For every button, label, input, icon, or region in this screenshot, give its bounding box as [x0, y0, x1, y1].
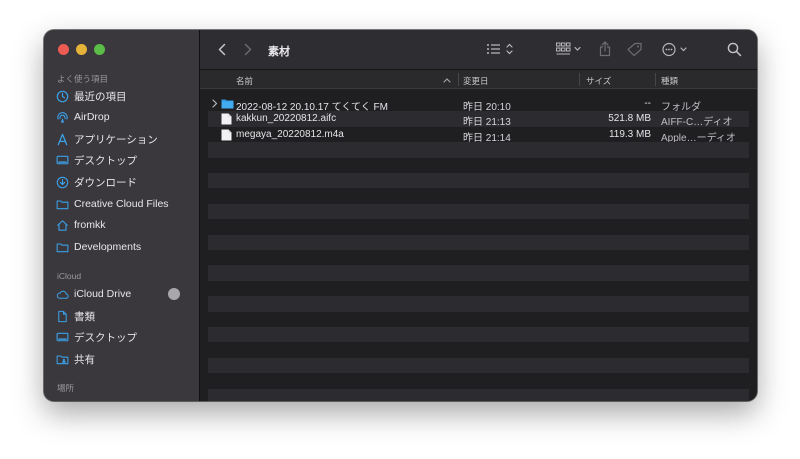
file-row-m4a[interactable]: megaya_20220812.m4a 昨日 21:14 119.3 MB Ap…: [208, 127, 749, 144]
sidebar-item-label: iCloud Drive: [74, 288, 132, 300]
locations-section-title: 場所: [57, 383, 75, 393]
sidebar-item-label: fromkk: [74, 219, 106, 231]
clock-icon: [56, 90, 69, 103]
empty-row: [208, 173, 749, 189]
download-icon: [56, 176, 69, 189]
sidebar-item-documents[interactable]: 書類: [56, 306, 194, 326]
file-row-folder[interactable]: 2022-08-12 20.10.17 てくてく FM 昨日 20:10 -- …: [208, 96, 749, 113]
column-header-name[interactable]: 名前: [236, 75, 253, 87]
action-menu-button[interactable]: [662, 42, 690, 57]
file-size: 119.3 MB: [608, 128, 651, 140]
sidebar: よく使う項目 最近の項目 AirDrop アプリケーション デスクトップ ダウン…: [44, 30, 200, 401]
zoom-window-button[interactable]: [94, 44, 105, 55]
group-by-button[interactable]: [556, 42, 584, 56]
forward-button[interactable]: [244, 43, 252, 56]
sidebar-item-home[interactable]: fromkk: [56, 215, 194, 235]
empty-row: [208, 296, 749, 312]
search-icon: [727, 42, 742, 57]
desktop-icon: [56, 154, 69, 167]
folder-icon: [56, 241, 69, 254]
close-window-button[interactable]: [58, 44, 69, 55]
disclosure-triangle-icon[interactable]: [212, 99, 218, 111]
share-icon: [599, 41, 611, 57]
empty-row: [208, 265, 749, 281]
column-divider[interactable]: [655, 73, 656, 86]
sidebar-item-label: 共有: [74, 353, 95, 366]
sidebar-item-label: アプリケーション: [74, 133, 158, 146]
minimize-window-button[interactable]: [76, 44, 87, 55]
sidebar-item-desktop[interactable]: デスクトップ: [56, 150, 194, 170]
sidebar-item-downloads[interactable]: ダウンロード: [56, 172, 194, 192]
icloud-section-title: iCloud: [57, 271, 82, 281]
sidebar-item-label: Creative Cloud Files: [74, 198, 169, 210]
column-divider[interactable]: [579, 73, 580, 86]
empty-row: [208, 357, 749, 374]
sidebar-item-label: 最近の項目: [74, 90, 127, 103]
sidebar-item-recents[interactable]: 最近の項目: [56, 86, 194, 106]
column-divider[interactable]: [458, 73, 459, 86]
home-icon: [56, 219, 69, 232]
column-header-kind[interactable]: 種類: [661, 75, 678, 87]
folder-icon: [56, 198, 69, 211]
empty-row: [208, 327, 749, 343]
sidebar-item-label: Developments: [74, 241, 142, 253]
desktop-icon: [56, 331, 69, 344]
tag-icon: [627, 42, 642, 57]
applications-icon: [56, 133, 69, 146]
back-button[interactable]: [218, 43, 226, 56]
share-button[interactable]: [599, 41, 611, 57]
sidebar-item-developments[interactable]: Developments: [56, 237, 194, 257]
file-name: kakkun_20220812.aifc: [236, 113, 337, 125]
sidebar-item-creative-cloud-files[interactable]: Creative Cloud Files: [56, 194, 194, 214]
sidebar-item-icloud-desktop[interactable]: デスクトップ: [56, 327, 194, 347]
grid-icon: [556, 42, 581, 55]
file-size: 521.8 MB: [608, 113, 651, 125]
icloud-sync-status-icon: [168, 288, 180, 300]
sidebar-item-icloud-drive[interactable]: iCloud Drive: [56, 284, 194, 304]
chevron-right-icon: [244, 43, 252, 56]
sidebar-item-label: デスクトップ: [74, 331, 137, 344]
tag-button[interactable]: [627, 42, 643, 57]
empty-row: [208, 388, 749, 401]
view-mode-button[interactable]: [486, 42, 516, 56]
list-view-icon: [487, 43, 513, 55]
file-name: megaya_20220812.m4a: [236, 128, 344, 140]
column-header-modified[interactable]: 変更日: [463, 75, 489, 87]
folder-icon: [221, 98, 234, 112]
sort-chevron-icon[interactable]: [443, 75, 451, 85]
column-header-size[interactable]: サイズ: [586, 75, 611, 87]
sidebar-item-label: ダウンロード: [74, 176, 137, 189]
sidebar-item-label: 書類: [74, 310, 95, 323]
sidebar-item-label: AirDrop: [74, 111, 110, 123]
folder-title: 素材: [268, 46, 290, 58]
more-actions-icon: [662, 42, 687, 57]
column-header-bar: 名前 変更日 サイズ 種類: [200, 70, 757, 89]
sidebar-item-shared[interactable]: 共有: [56, 349, 194, 369]
file-row-aifc[interactable]: kakkun_20220812.aifc 昨日 21:13 521.8 MB A…: [208, 111, 749, 128]
empty-row: [208, 142, 749, 158]
shared-folder-icon: [56, 353, 69, 366]
empty-row: [208, 203, 749, 220]
favorites-section-title: よく使う項目: [57, 74, 109, 84]
file-size: --: [644, 98, 651, 109]
search-button[interactable]: [727, 42, 742, 57]
sidebar-item-applications[interactable]: アプリケーション: [56, 129, 194, 149]
sidebar-item-airdrop[interactable]: AirDrop: [56, 107, 194, 127]
airdrop-icon: [56, 111, 69, 124]
main-pane: 素材 名前 変更日 サイズ 種類 2022-08-12 20.10.17 てくて…: [200, 30, 757, 401]
finder-window: よく使う項目 最近の項目 AirDrop アプリケーション デスクトップ ダウン…: [44, 30, 757, 401]
toolbar: 素材: [200, 30, 757, 70]
sidebar-item-label: デスクトップ: [74, 154, 137, 167]
cloud-icon: [56, 288, 69, 301]
chevron-left-icon: [218, 43, 226, 56]
window-controls: [58, 44, 105, 55]
document-icon: [56, 310, 69, 323]
empty-row: [208, 234, 749, 250]
